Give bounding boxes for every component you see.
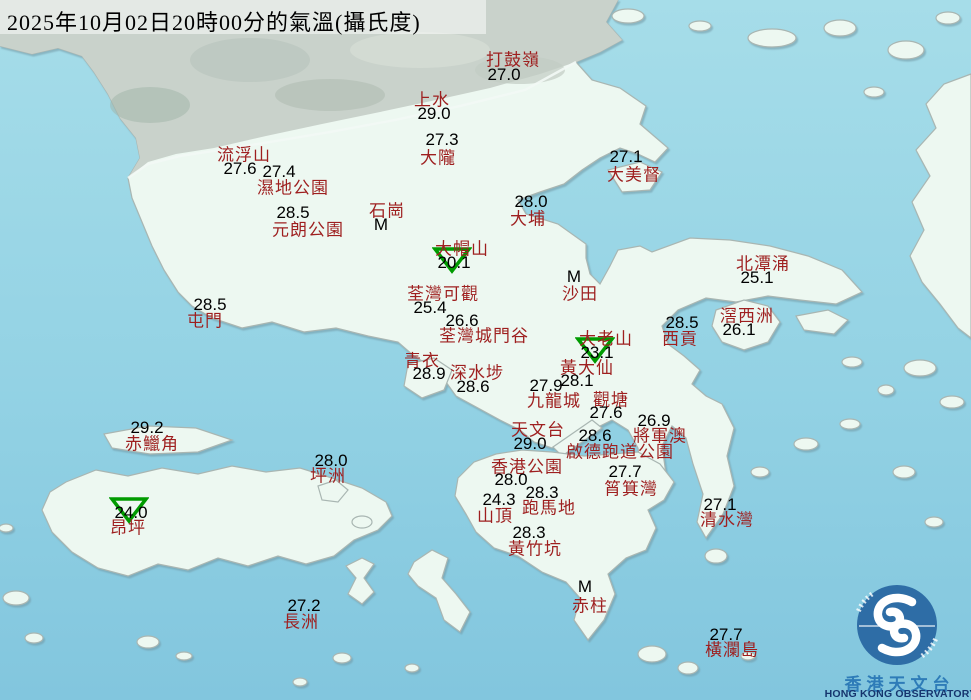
station-temperature: 24.0 — [114, 503, 147, 523]
station-temperature: M — [578, 577, 592, 597]
station-temperature: 27.7 — [709, 625, 742, 645]
station-temperature: 28.0 — [494, 470, 527, 490]
station-temperature: 27.0 — [487, 65, 520, 85]
station-temperature: 27.7 — [608, 462, 641, 482]
stations-layer: 打鼓嶺27.0上水29.0大隴27.3流浮山27.6濕地公園27.4大美督27.… — [0, 0, 971, 700]
station-temperature: 27.2 — [287, 596, 320, 616]
hko-logo: 香港天文台 HONG KONG OBSERVATORY — [828, 578, 971, 700]
station-temperature: 27.6 — [589, 403, 622, 423]
station-temperature: 27.9 — [529, 376, 562, 396]
station-temperature: 28.6 — [456, 377, 489, 397]
station-temperature: 27.4 — [262, 162, 295, 182]
station-temperature: 27.1 — [703, 495, 736, 515]
station-temperature: 26.6 — [445, 311, 478, 331]
station-temperature: 25.1 — [740, 268, 773, 288]
station-temperature: 28.5 — [276, 203, 309, 223]
station-temperature: 25.4 — [413, 298, 446, 318]
station-temperature: 28.1 — [560, 371, 593, 391]
station-temperature: 28.0 — [314, 451, 347, 471]
station-temperature: 23.1 — [580, 343, 613, 363]
station-temperature: 20.1 — [437, 253, 470, 273]
hko-logo-english-name: HONG KONG OBSERVATORY — [824, 688, 971, 700]
station-temperature: 27.1 — [609, 147, 642, 167]
station-temperature: 29.0 — [513, 434, 546, 454]
station-temperature: 28.3 — [512, 523, 545, 543]
station-temperature: 28.6 — [578, 426, 611, 446]
station-temperature: M — [374, 215, 388, 235]
station-temperature: 29.0 — [417, 104, 450, 124]
station-temperature: 28.5 — [665, 313, 698, 333]
station-temperature: 29.2 — [130, 418, 163, 438]
hko-logo-icon — [828, 578, 971, 668]
station-temperature: M — [567, 267, 581, 287]
station-temperature: 26.1 — [722, 320, 755, 340]
station-temperature: 28.5 — [193, 295, 226, 315]
station-temperature: 27.6 — [223, 159, 256, 179]
station-temperature: 28.0 — [514, 192, 547, 212]
station-temperature: 28.9 — [412, 364, 445, 384]
station-temperature: 27.3 — [425, 130, 458, 150]
station-temperature: 24.3 — [482, 490, 515, 510]
temperature-map-screen: 2025年10月02日20時00分的氣溫(攝氏度) 打鼓嶺27.0上水29.0大… — [0, 0, 971, 700]
station-temperature: 26.9 — [637, 411, 670, 431]
station-temperature: 28.3 — [525, 483, 558, 503]
